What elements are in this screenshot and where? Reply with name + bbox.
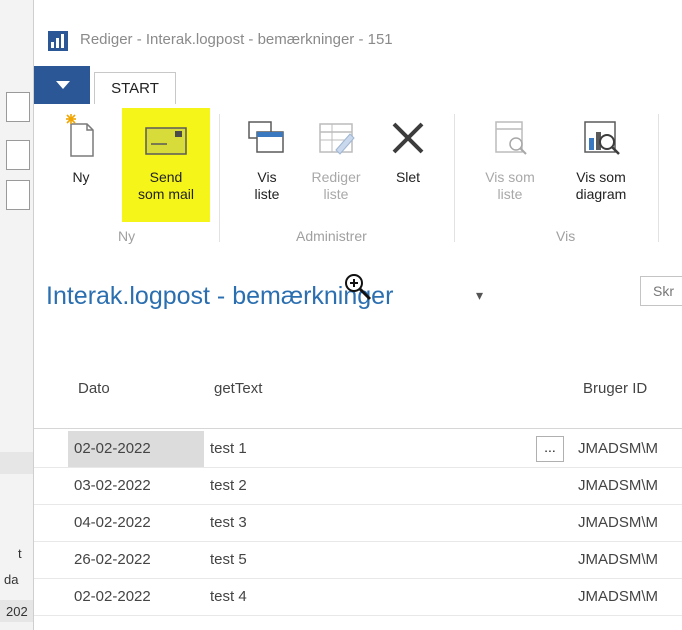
edit-list-icon (319, 123, 355, 155)
page-title[interactable]: Interak.logpost - bemærkninger (46, 282, 393, 311)
user-id-cell[interactable]: JMADSM\M (578, 514, 658, 531)
show-as-chart-button[interactable]: Vis som diagram (564, 110, 638, 203)
view-list-label-1: Vis (257, 169, 277, 185)
table-row[interactable]: 02-02-2022 test 1 ... JMADSM\M (34, 431, 682, 468)
tab-start-label: START (111, 80, 159, 97)
edit-list-button[interactable]: Rediger liste (306, 110, 366, 203)
edit-list-label-2: liste (323, 186, 349, 202)
text-cell[interactable]: test 1 (210, 440, 247, 457)
application-menu-button[interactable] (34, 66, 90, 104)
background-text: t (18, 546, 22, 561)
date-cell[interactable]: 02-02-2022 (74, 588, 151, 605)
user-id-cell[interactable]: JMADSM\M (578, 477, 658, 494)
date-cell[interactable]: 26-02-2022 (74, 551, 151, 568)
show-as-chart-icon (584, 121, 620, 155)
table-row[interactable]: 26-02-2022 test 5 JMADSM\M (34, 542, 682, 579)
text-cell[interactable]: test 4 (210, 588, 247, 605)
new-document-icon (66, 114, 94, 157)
date-cell[interactable]: 03-02-2022 (74, 477, 151, 494)
view-list-button[interactable]: Vis liste (240, 110, 294, 203)
search-placeholder: Skr (653, 283, 674, 299)
delete-x-icon (392, 122, 424, 154)
new-button-label: Ny (72, 169, 90, 185)
user-id-cell[interactable]: JMADSM\M (578, 588, 658, 605)
text-cell[interactable]: test 2 (210, 477, 247, 494)
send-as-mail-label-2: som mail (137, 186, 194, 202)
delete-button[interactable]: Slet (384, 110, 432, 186)
show-as-list-button[interactable]: Vis som liste (480, 110, 540, 203)
search-input[interactable]: Skr (640, 276, 682, 306)
group-label-new: Ny (118, 228, 136, 244)
envelope-icon (145, 127, 187, 155)
show-as-list-icon (495, 121, 527, 155)
table-row[interactable]: 04-02-2022 test 3 JMADSM\M (34, 505, 682, 542)
new-button[interactable]: Ny (56, 110, 106, 186)
title-bar: Rediger - Interak.logpost - bemærkninger… (34, 0, 682, 66)
show-as-chart-label-1: Vis som (576, 169, 626, 185)
group-separator (658, 114, 659, 242)
send-as-mail-label-1: Send (149, 169, 183, 185)
lookup-button[interactable]: ... (536, 436, 564, 462)
user-id-cell[interactable]: JMADSM\M (578, 551, 658, 568)
column-header-date[interactable]: Dato (78, 380, 110, 397)
ribbon: Ny Send som mail Ny Vis liste Rediger li… (34, 104, 682, 250)
group-label-manage: Administrer (296, 228, 367, 244)
view-list-label-2: liste (254, 186, 280, 202)
show-as-list-label-1: Vis som (485, 169, 535, 185)
view-list-icon (248, 121, 284, 153)
title-dropdown-icon[interactable]: ▾ (476, 287, 483, 304)
background-field (6, 140, 30, 170)
group-separator (219, 114, 220, 242)
delete-label: Slet (395, 169, 421, 185)
date-cell[interactable]: 04-02-2022 (74, 514, 151, 531)
send-as-mail-button[interactable]: Send som mail (126, 110, 206, 203)
group-label-view: Vis (556, 228, 576, 244)
tab-start[interactable]: START (94, 72, 176, 105)
dropdown-triangle-icon (56, 81, 70, 89)
column-header-gettext[interactable]: getText (214, 380, 262, 397)
app-icon (48, 31, 68, 51)
column-header-user-id[interactable]: Bruger ID (583, 380, 647, 397)
show-as-chart-label-2: diagram (575, 186, 627, 202)
background-field (6, 180, 30, 210)
background-text: 202 (6, 604, 28, 619)
header-divider (34, 428, 682, 429)
table-row[interactable]: 03-02-2022 test 2 JMADSM\M (34, 468, 682, 505)
edit-list-label-1: Rediger (311, 169, 361, 185)
text-cell[interactable]: test 3 (210, 514, 247, 531)
group-separator (454, 114, 455, 242)
window-title: Rediger - Interak.logpost - bemærkninger… (80, 31, 393, 48)
zoom-cursor-icon (345, 274, 372, 301)
background-window: t da 202 (0, 0, 34, 630)
show-as-list-label-2: liste (497, 186, 523, 202)
background-field (6, 92, 30, 122)
date-cell[interactable]: 02-02-2022 (74, 440, 151, 457)
table-row[interactable]: 02-02-2022 test 4 JMADSM\M (34, 579, 682, 616)
user-id-cell[interactable]: JMADSM\M (578, 440, 658, 457)
ribbon-tab-row: START (34, 66, 682, 105)
background-text: da (4, 572, 19, 587)
background-row (0, 452, 34, 474)
text-cell[interactable]: test 5 (210, 551, 247, 568)
